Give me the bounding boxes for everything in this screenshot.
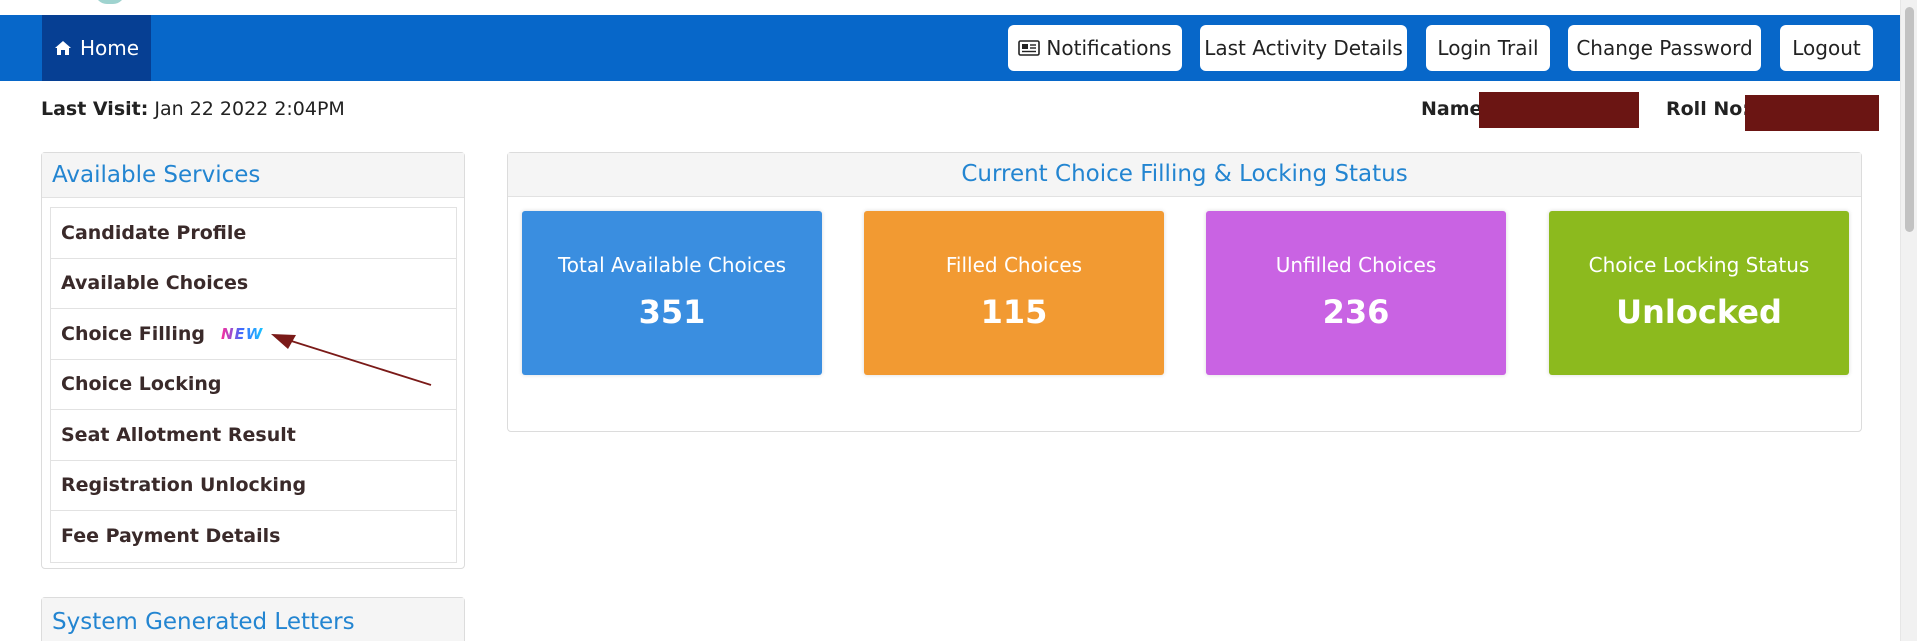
last-visit-label: Last Visit: <box>41 98 149 120</box>
card-choice-locking-status: Choice Locking Status Unlocked <box>1549 211 1849 375</box>
service-choice-locking[interactable]: Choice Locking <box>51 360 456 410</box>
scrollbar-thumb[interactable] <box>1905 7 1914 232</box>
name-redaction <box>1479 92 1639 128</box>
services-title: Available Services <box>42 153 464 198</box>
service-label: Choice Filling <box>61 322 205 345</box>
card-filled-choices: Filled Choices 115 <box>864 211 1164 375</box>
card-value: 236 <box>1322 293 1390 331</box>
service-label: Candidate Profile <box>61 221 247 244</box>
new-badge: NEW <box>220 324 264 343</box>
navbar: Home Notifications Last Activity Details… <box>0 15 1900 81</box>
service-available-choices[interactable]: Available Choices <box>51 259 456 309</box>
last-visit: Last Visit: Jan 22 2022 2:04PM <box>41 98 345 120</box>
service-label: Seat Allotment Result <box>61 423 296 446</box>
service-label: Choice Locking <box>61 373 222 396</box>
system-letters-panel: System Generated Letters <box>41 597 465 641</box>
card-value: 115 <box>980 293 1048 331</box>
card-title: Unfilled Choices <box>1275 253 1437 277</box>
notifications-button[interactable]: Notifications <box>1008 25 1182 71</box>
card-value: Unlocked <box>1616 293 1782 331</box>
last-activity-label: Last Activity Details <box>1204 36 1403 60</box>
letters-title: System Generated Letters <box>42 598 464 641</box>
card-unfilled-choices: Unfilled Choices 236 <box>1206 211 1506 375</box>
last-visit-value: Jan 22 2022 2:04PM <box>154 98 345 120</box>
card-total-available-choices: Total Available Choices 351 <box>522 211 822 375</box>
change-password-button[interactable]: Change Password <box>1568 25 1761 71</box>
home-icon <box>54 41 71 55</box>
logout-label: Logout <box>1792 36 1861 60</box>
top-strip <box>0 0 1900 15</box>
service-label: Fee Payment Details <box>61 525 281 548</box>
page-scrollbar[interactable] <box>1900 0 1917 641</box>
card-title: Choice Locking Status <box>1588 253 1810 277</box>
service-registration-unlocking[interactable]: Registration Unlocking <box>51 461 456 511</box>
service-seat-allotment-result[interactable]: Seat Allotment Result <box>51 410 456 461</box>
login-trail-label: Login Trail <box>1437 36 1539 60</box>
login-trail-button[interactable]: Login Trail <box>1426 25 1550 71</box>
service-choice-filling[interactable]: Choice Filling NEW <box>51 309 456 360</box>
service-fee-payment-details[interactable]: Fee Payment Details <box>51 511 456 562</box>
home-button[interactable]: Home <box>42 15 151 81</box>
newspaper-icon <box>1018 40 1041 56</box>
change-password-label: Change Password <box>1576 36 1753 60</box>
notifications-label: Notifications <box>1046 36 1172 60</box>
logo-fragment <box>95 0 125 4</box>
roll-redaction <box>1745 95 1879 131</box>
available-services-panel: Available Services Candidate Profile Ava… <box>41 152 465 569</box>
card-title: Filled Choices <box>945 253 1083 277</box>
service-label: Available Choices <box>61 272 249 295</box>
home-label: Home <box>79 36 140 60</box>
last-activity-button[interactable]: Last Activity Details <box>1200 25 1407 71</box>
services-list: Candidate Profile Available Choices Choi… <box>50 207 457 563</box>
logout-button[interactable]: Logout <box>1780 25 1873 71</box>
roll-label: Roll No: <box>1666 98 1750 120</box>
service-label: Registration Unlocking <box>61 474 307 497</box>
service-candidate-profile[interactable]: Candidate Profile <box>51 208 456 259</box>
card-value: 351 <box>638 293 706 331</box>
status-title: Current Choice Filling & Locking Status <box>508 153 1861 197</box>
card-title: Total Available Choices <box>557 253 787 277</box>
name-label: Name <box>1421 98 1483 120</box>
